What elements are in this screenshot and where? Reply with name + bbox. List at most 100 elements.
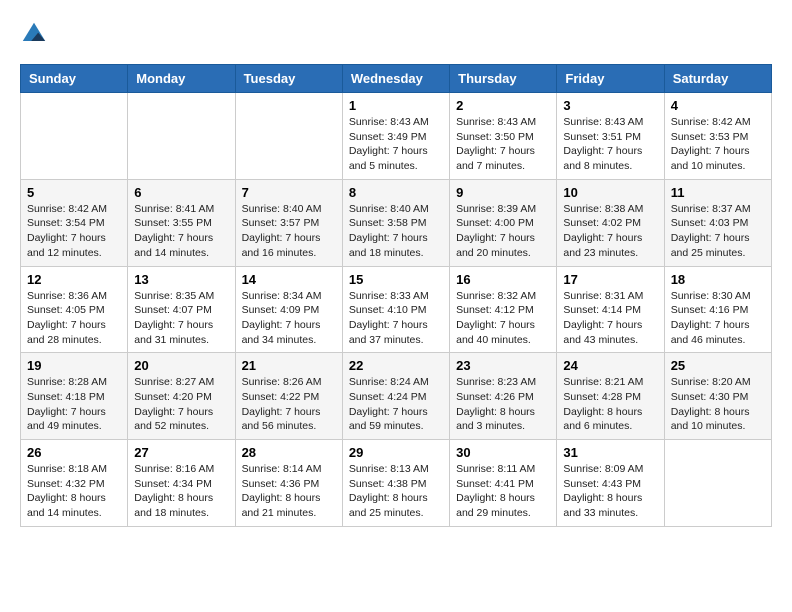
day-info: Sunrise: 8:39 AM Sunset: 4:00 PM Dayligh… bbox=[456, 202, 550, 261]
day-info: Sunrise: 8:43 AM Sunset: 3:49 PM Dayligh… bbox=[349, 115, 443, 174]
day-info: Sunrise: 8:30 AM Sunset: 4:16 PM Dayligh… bbox=[671, 289, 765, 348]
calendar-cell bbox=[128, 93, 235, 180]
day-number: 3 bbox=[563, 98, 657, 113]
calendar-cell: 17 Sunrise: 8:31 AM Sunset: 4:14 PM Dayli… bbox=[557, 266, 664, 353]
calendar-cell: 12 Sunrise: 8:36 AM Sunset: 4:05 PM Dayli… bbox=[21, 266, 128, 353]
calendar-cell: 19 Sunrise: 8:28 AM Sunset: 4:18 PM Dayli… bbox=[21, 353, 128, 440]
day-header-friday: Friday bbox=[557, 65, 664, 93]
day-info: Sunrise: 8:24 AM Sunset: 4:24 PM Dayligh… bbox=[349, 375, 443, 434]
day-info: Sunrise: 8:21 AM Sunset: 4:28 PM Dayligh… bbox=[563, 375, 657, 434]
day-number: 24 bbox=[563, 358, 657, 373]
day-info: Sunrise: 8:42 AM Sunset: 3:54 PM Dayligh… bbox=[27, 202, 121, 261]
calendar-cell: 10Sunrise: 8:38 AM Sunset: 4:02 PM Dayli… bbox=[557, 179, 664, 266]
calendar-cell: 31 Sunrise: 8:09 AM Sunset: 4:43 PM Dayli… bbox=[557, 440, 664, 527]
calendar-cell bbox=[235, 93, 342, 180]
day-header-tuesday: Tuesday bbox=[235, 65, 342, 93]
day-info: Sunrise: 8:37 AM Sunset: 4:03 PM Dayligh… bbox=[671, 202, 765, 261]
day-header-sunday: Sunday bbox=[21, 65, 128, 93]
day-number: 13 bbox=[134, 272, 228, 287]
day-header-thursday: Thursday bbox=[450, 65, 557, 93]
day-number: 15 bbox=[349, 272, 443, 287]
calendar-cell: 11 Sunrise: 8:37 AM Sunset: 4:03 PM Dayli… bbox=[664, 179, 771, 266]
day-number: 8 bbox=[349, 185, 443, 200]
day-number: 12 bbox=[27, 272, 121, 287]
calendar-week-4: 19 Sunrise: 8:28 AM Sunset: 4:18 PM Dayli… bbox=[21, 353, 772, 440]
day-info: Sunrise: 8:41 AM Sunset: 3:55 PM Dayligh… bbox=[134, 202, 228, 261]
calendar-cell: 13 Sunrise: 8:35 AM Sunset: 4:07 PM Dayli… bbox=[128, 266, 235, 353]
calendar-week-1: 1 Sunrise: 8:43 AM Sunset: 3:49 PM Daylig… bbox=[21, 93, 772, 180]
day-number: 18 bbox=[671, 272, 765, 287]
day-info: Sunrise: 8:16 AM Sunset: 4:34 PM Dayligh… bbox=[134, 462, 228, 521]
calendar-cell: 30Sunrise: 8:11 AM Sunset: 4:41 PM Dayli… bbox=[450, 440, 557, 527]
calendar-cell: 7 Sunrise: 8:40 AM Sunset: 3:57 PM Daylig… bbox=[235, 179, 342, 266]
calendar-cell: 28 Sunrise: 8:14 AM Sunset: 4:36 PM Dayli… bbox=[235, 440, 342, 527]
day-number: 28 bbox=[242, 445, 336, 460]
day-info: Sunrise: 8:43 AM Sunset: 3:51 PM Dayligh… bbox=[563, 115, 657, 174]
day-number: 4 bbox=[671, 98, 765, 113]
calendar-cell: 3 Sunrise: 8:43 AM Sunset: 3:51 PM Daylig… bbox=[557, 93, 664, 180]
day-info: Sunrise: 8:31 AM Sunset: 4:14 PM Dayligh… bbox=[563, 289, 657, 348]
day-info: Sunrise: 8:42 AM Sunset: 3:53 PM Dayligh… bbox=[671, 115, 765, 174]
day-header-monday: Monday bbox=[128, 65, 235, 93]
calendar-cell: 16Sunrise: 8:32 AM Sunset: 4:12 PM Dayli… bbox=[450, 266, 557, 353]
calendar-cell: 8 Sunrise: 8:40 AM Sunset: 3:58 PM Daylig… bbox=[342, 179, 449, 266]
day-number: 20 bbox=[134, 358, 228, 373]
day-number: 30 bbox=[456, 445, 550, 460]
day-info: Sunrise: 8:40 AM Sunset: 3:58 PM Dayligh… bbox=[349, 202, 443, 261]
day-number: 7 bbox=[242, 185, 336, 200]
day-number: 14 bbox=[242, 272, 336, 287]
calendar-cell: 25 Sunrise: 8:20 AM Sunset: 4:30 PM Dayli… bbox=[664, 353, 771, 440]
day-info: Sunrise: 8:20 AM Sunset: 4:30 PM Dayligh… bbox=[671, 375, 765, 434]
calendar-cell: 18 Sunrise: 8:30 AM Sunset: 4:16 PM Dayli… bbox=[664, 266, 771, 353]
day-number: 5 bbox=[27, 185, 121, 200]
day-info: Sunrise: 8:09 AM Sunset: 4:43 PM Dayligh… bbox=[563, 462, 657, 521]
logo-icon bbox=[20, 20, 48, 48]
day-number: 27 bbox=[134, 445, 228, 460]
day-info: Sunrise: 8:40 AM Sunset: 3:57 PM Dayligh… bbox=[242, 202, 336, 261]
day-info: Sunrise: 8:28 AM Sunset: 4:18 PM Dayligh… bbox=[27, 375, 121, 434]
day-number: 23 bbox=[456, 358, 550, 373]
day-info: Sunrise: 8:34 AM Sunset: 4:09 PM Dayligh… bbox=[242, 289, 336, 348]
calendar-cell: 14 Sunrise: 8:34 AM Sunset: 4:09 PM Dayli… bbox=[235, 266, 342, 353]
day-number: 25 bbox=[671, 358, 765, 373]
calendar-cell: 23 Sunrise: 8:23 AM Sunset: 4:26 PM Dayli… bbox=[450, 353, 557, 440]
calendar-week-2: 5 Sunrise: 8:42 AM Sunset: 3:54 PM Daylig… bbox=[21, 179, 772, 266]
calendar-header-row: SundayMondayTuesdayWednesdayThursdayFrid… bbox=[21, 65, 772, 93]
day-header-wednesday: Wednesday bbox=[342, 65, 449, 93]
day-number: 29 bbox=[349, 445, 443, 460]
day-info: Sunrise: 8:23 AM Sunset: 4:26 PM Dayligh… bbox=[456, 375, 550, 434]
day-number: 6 bbox=[134, 185, 228, 200]
calendar-cell: 15 Sunrise: 8:33 AM Sunset: 4:10 PM Dayli… bbox=[342, 266, 449, 353]
page-header bbox=[20, 20, 772, 48]
day-info: Sunrise: 8:38 AM Sunset: 4:02 PM Dayligh… bbox=[563, 202, 657, 261]
calendar-cell: 20Sunrise: 8:27 AM Sunset: 4:20 PM Dayli… bbox=[128, 353, 235, 440]
day-info: Sunrise: 8:35 AM Sunset: 4:07 PM Dayligh… bbox=[134, 289, 228, 348]
day-info: Sunrise: 8:33 AM Sunset: 4:10 PM Dayligh… bbox=[349, 289, 443, 348]
calendar-cell: 6 Sunrise: 8:41 AM Sunset: 3:55 PM Daylig… bbox=[128, 179, 235, 266]
day-info: Sunrise: 8:43 AM Sunset: 3:50 PM Dayligh… bbox=[456, 115, 550, 174]
day-info: Sunrise: 8:13 AM Sunset: 4:38 PM Dayligh… bbox=[349, 462, 443, 521]
calendar-week-3: 12 Sunrise: 8:36 AM Sunset: 4:05 PM Dayli… bbox=[21, 266, 772, 353]
calendar-cell: 21Sunrise: 8:26 AM Sunset: 4:22 PM Dayli… bbox=[235, 353, 342, 440]
day-info: Sunrise: 8:36 AM Sunset: 4:05 PM Dayligh… bbox=[27, 289, 121, 348]
calendar-cell bbox=[21, 93, 128, 180]
calendar-cell: 22 Sunrise: 8:24 AM Sunset: 4:24 PM Dayli… bbox=[342, 353, 449, 440]
calendar-cell bbox=[664, 440, 771, 527]
calendar-cell: 27 Sunrise: 8:16 AM Sunset: 4:34 PM Dayli… bbox=[128, 440, 235, 527]
calendar-cell: 1 Sunrise: 8:43 AM Sunset: 3:49 PM Daylig… bbox=[342, 93, 449, 180]
day-number: 17 bbox=[563, 272, 657, 287]
day-number: 31 bbox=[563, 445, 657, 460]
logo bbox=[20, 20, 52, 48]
calendar-cell: 26Sunrise: 8:18 AM Sunset: 4:32 PM Dayli… bbox=[21, 440, 128, 527]
calendar-cell: 29 Sunrise: 8:13 AM Sunset: 4:38 PM Dayli… bbox=[342, 440, 449, 527]
day-info: Sunrise: 8:26 AM Sunset: 4:22 PM Dayligh… bbox=[242, 375, 336, 434]
day-number: 1 bbox=[349, 98, 443, 113]
calendar-week-5: 26Sunrise: 8:18 AM Sunset: 4:32 PM Dayli… bbox=[21, 440, 772, 527]
day-info: Sunrise: 8:14 AM Sunset: 4:36 PM Dayligh… bbox=[242, 462, 336, 521]
day-number: 19 bbox=[27, 358, 121, 373]
day-number: 22 bbox=[349, 358, 443, 373]
day-number: 9 bbox=[456, 185, 550, 200]
day-number: 2 bbox=[456, 98, 550, 113]
calendar-cell: 24 Sunrise: 8:21 AM Sunset: 4:28 PM Dayli… bbox=[557, 353, 664, 440]
day-number: 11 bbox=[671, 185, 765, 200]
